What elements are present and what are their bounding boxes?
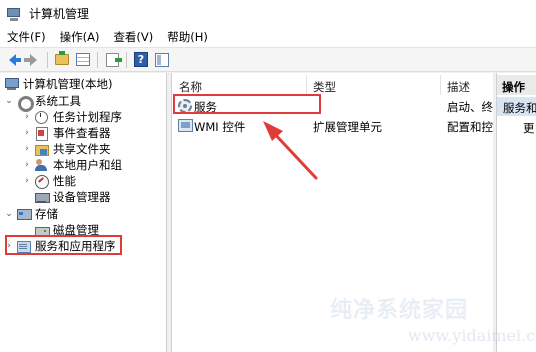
- computer-icon: [4, 77, 19, 91]
- list-cell-type: 扩展管理单元: [313, 120, 382, 134]
- tree-label: 计算机管理(本地): [23, 77, 113, 91]
- back-button[interactable]: [3, 51, 21, 69]
- show-hide-tree-button[interactable]: [74, 51, 92, 69]
- toolbar: ?: [0, 47, 536, 72]
- tree-label: 存储: [35, 207, 58, 221]
- clock-icon: [34, 110, 49, 124]
- column-divider[interactable]: [440, 75, 441, 95]
- tree-label: 本地用户和组: [53, 158, 122, 172]
- title-bar: 计算机管理: [0, 0, 536, 27]
- export-list-icon: [105, 52, 122, 67]
- export-list-button[interactable]: [103, 51, 122, 69]
- forward-button[interactable]: [23, 51, 42, 69]
- forward-arrow-icon: [23, 53, 37, 66]
- list-cell-description: 配置和控: [447, 120, 493, 134]
- column-header-type[interactable]: 类型: [313, 79, 336, 95]
- tree-item-shared-folders[interactable]: › 共享文件夹: [22, 141, 111, 157]
- window-title: 计算机管理: [29, 7, 90, 21]
- menu-view[interactable]: 查看(V): [113, 29, 153, 45]
- actions-group-header[interactable]: 服务和应用程序: [497, 97, 536, 116]
- expand-chevron-icon[interactable]: ›: [22, 112, 32, 122]
- show-hide-tree-icon: [76, 53, 90, 66]
- column-header-name[interactable]: 名称: [179, 79, 202, 95]
- tree-label: 设备管理器: [53, 190, 111, 204]
- back-arrow-icon: [8, 53, 21, 66]
- watermark-text: 纯净系统家园: [330, 298, 469, 323]
- computer-management-icon: [6, 6, 22, 22]
- tree-item-event-viewer[interactable]: › 事件查看器: [22, 125, 111, 141]
- collapse-chevron-icon[interactable]: ⌄: [4, 96, 14, 106]
- menu-file[interactable]: 文件(F): [7, 29, 46, 45]
- highlight-box-services-and-applications: [5, 235, 122, 255]
- properties-icon: [155, 52, 169, 67]
- list-row-wmi-control[interactable]: WMI 控件 扩展管理单元 配置和控: [172, 117, 494, 135]
- tree-label: 事件查看器: [53, 126, 111, 140]
- tree-item-local-users[interactable]: › 本地用户和组: [22, 157, 122, 173]
- expand-chevron-icon[interactable]: ›: [22, 128, 32, 138]
- performance-gauge-icon: [34, 174, 49, 189]
- properties-button[interactable]: [153, 51, 171, 69]
- tree-label: 任务计划程序: [53, 110, 122, 124]
- tree-item-device-manager[interactable]: 设备管理器: [34, 189, 111, 205]
- actions-title: 操作: [497, 75, 536, 95]
- up-folder-icon: [55, 51, 69, 65]
- menu-action[interactable]: 操作(A): [60, 29, 100, 45]
- expand-chevron-icon[interactable]: ›: [22, 176, 32, 186]
- tree-item-root[interactable]: 计算机管理(本地): [4, 76, 112, 92]
- users-icon: [34, 158, 49, 172]
- help-icon: ?: [134, 52, 148, 67]
- column-header-description[interactable]: 描述: [447, 79, 470, 95]
- toolbar-separator: [126, 51, 127, 68]
- column-divider[interactable]: [306, 75, 307, 95]
- highlight-box-services: [173, 94, 321, 114]
- tree-item-storage[interactable]: ⌄ 存储: [4, 206, 58, 222]
- menu-help[interactable]: 帮助(H): [167, 29, 208, 45]
- menu-bar: 文件(F) 操作(A) 查看(V) 帮助(H): [0, 27, 536, 47]
- device-manager-icon: [34, 190, 50, 204]
- watermark-url: www.yidaimei.com: [408, 326, 536, 345]
- tree-label: 系统工具: [35, 94, 81, 108]
- up-one-level-button[interactable]: [53, 51, 71, 69]
- tree-item-performance[interactable]: › 性能: [22, 173, 76, 189]
- actions-pane: 操作 服务和应用程序 更: [496, 73, 536, 352]
- storage-icon: [16, 207, 32, 221]
- tree-label: 共享文件夹: [53, 142, 111, 156]
- navigation-tree: 计算机管理(本地) ⌄ 系统工具 › 任务计划程序 › 事件查看器 › 共享文件…: [0, 73, 167, 352]
- tree-item-task-scheduler[interactable]: › 任务计划程序: [22, 109, 122, 125]
- list-cell-description: 启动、终: [447, 100, 493, 114]
- list-cell-name: WMI 控件: [194, 120, 246, 134]
- help-button[interactable]: ?: [132, 51, 150, 69]
- tree-item-system-tools[interactable]: ⌄ 系统工具: [4, 93, 81, 112]
- toolbar-separator: [97, 51, 98, 68]
- expand-chevron-icon[interactable]: ›: [22, 144, 32, 154]
- shared-folder-icon: [34, 142, 49, 156]
- actions-more-link[interactable]: 更: [523, 120, 535, 136]
- tools-icon: [16, 94, 34, 112]
- wmi-control-icon: [178, 119, 193, 132]
- toolbar-separator: [47, 51, 48, 68]
- tree-label: 性能: [53, 174, 76, 188]
- event-log-icon: [34, 126, 49, 141]
- collapse-chevron-icon[interactable]: ⌄: [4, 209, 14, 219]
- expand-chevron-icon[interactable]: ›: [22, 160, 32, 170]
